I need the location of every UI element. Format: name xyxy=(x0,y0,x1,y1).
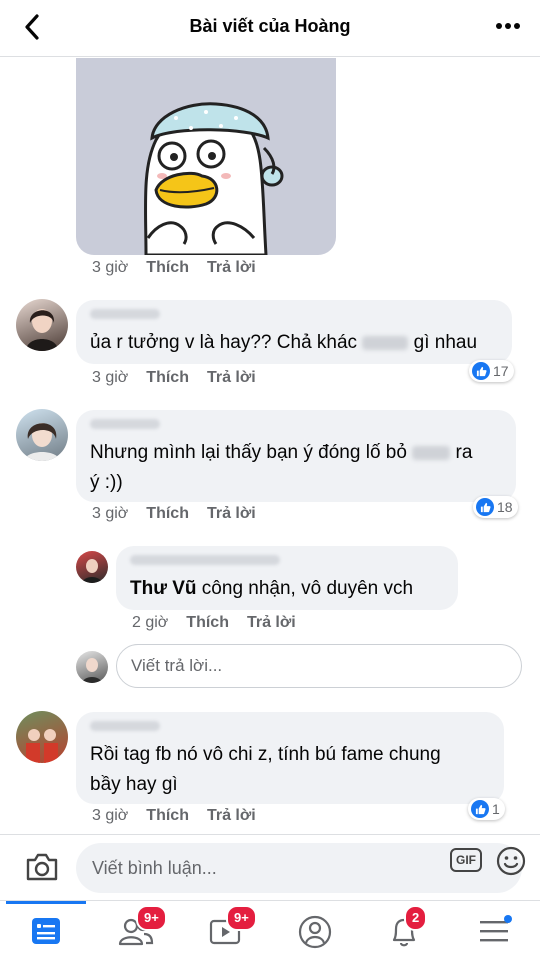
comment-bubble[interactable]: Rồi tag fb nó vô chi z, tính bú fame chu… xyxy=(76,712,504,804)
bottom-tab-bar: 9+ 9+ 2 xyxy=(0,900,540,961)
tab-friends[interactable]: 9+ xyxy=(112,905,167,951)
comment-composer: Viết bình luận... GIF xyxy=(0,834,540,901)
friends-badge: 9+ xyxy=(136,905,167,931)
tab-profile[interactable] xyxy=(292,911,336,951)
avatar[interactable] xyxy=(16,409,68,461)
like-reaction-icon xyxy=(472,362,490,380)
commenter-name-blurred xyxy=(90,309,160,319)
reply-button[interactable]: Trả lời xyxy=(207,505,256,522)
reply-input[interactable]: Viết trả lời... xyxy=(116,644,522,688)
tab-menu[interactable] xyxy=(472,911,516,951)
news-feed-icon xyxy=(32,918,60,944)
tab-watch[interactable]: 9+ xyxy=(202,905,257,951)
redacted-text xyxy=(362,335,409,350)
notifications-badge: 2 xyxy=(404,905,428,931)
avatar[interactable] xyxy=(16,299,68,351)
reply-button[interactable]: Trả lời xyxy=(207,259,256,276)
comment-time: 3 giờ xyxy=(92,369,129,386)
comment-time: 3 giờ xyxy=(92,505,129,522)
more-options-icon[interactable] xyxy=(494,14,522,38)
comment-actions: 3 giờ Thích Trả lời xyxy=(92,369,274,387)
sticker-comment-actions: 3 giờ Thích Trả lời xyxy=(92,259,274,277)
top-bar: Bài viết của Hoàng xyxy=(0,0,540,57)
like-button[interactable]: Thích xyxy=(146,259,189,276)
active-tab-indicator xyxy=(6,901,86,904)
commenter-name-blurred xyxy=(130,555,280,565)
commenter-name-blurred xyxy=(90,721,160,731)
comment-actions: 3 giờ Thích Trả lời xyxy=(92,505,274,523)
comment-time: 2 giờ xyxy=(132,614,169,631)
camera-icon[interactable] xyxy=(24,851,60,883)
page-title: Bài viết của Hoàng xyxy=(189,16,351,36)
reply-button[interactable]: Trả lời xyxy=(207,369,256,386)
commenter-name-blurred xyxy=(90,419,160,429)
duck-sticker-illustration xyxy=(143,102,284,255)
like-reaction-icon xyxy=(476,498,494,516)
gif-button[interactable]: GIF xyxy=(450,848,482,872)
comment-time: 3 giờ xyxy=(92,807,129,824)
comment-actions: 3 giờ Thích Trả lời xyxy=(92,807,274,825)
like-button[interactable]: Thích xyxy=(146,369,189,386)
menu-icon xyxy=(480,915,512,942)
comment-time: 3 giờ xyxy=(92,259,129,276)
profile-icon xyxy=(298,915,332,949)
reply-text: Thư Vũ công nhận, vô duyên vch xyxy=(130,578,414,599)
avatar[interactable] xyxy=(16,711,68,763)
tagged-user-link[interactable]: Thư Vũ xyxy=(130,578,197,599)
reply-bubble[interactable]: Thư Vũ công nhận, vô duyên vch xyxy=(116,546,458,610)
reply-actions: 2 giờ Thích Trả lời xyxy=(132,614,314,632)
comment-text: Nhưng mình lại thấy bạn ý đóng lố bỏ ra ý… xyxy=(90,442,473,493)
like-button[interactable]: Thích xyxy=(146,807,189,824)
reaction-count[interactable]: 1 xyxy=(468,798,505,820)
reply-button[interactable]: Trả lời xyxy=(207,807,256,824)
reaction-count[interactable]: 18 xyxy=(473,496,518,518)
comment-bubble[interactable]: Nhưng mình lại thấy bạn ý đóng lố bỏ ra ý… xyxy=(76,410,516,502)
like-button[interactable]: Thích xyxy=(186,614,229,631)
comment-bubble[interactable]: ủa r tưởng v là hay?? Chả khác gì nhau xyxy=(76,300,512,364)
emoji-icon[interactable] xyxy=(496,846,526,876)
my-avatar xyxy=(76,651,108,683)
watch-badge: 9+ xyxy=(226,905,257,931)
tab-notifications[interactable]: 2 xyxy=(382,905,428,951)
redacted-text xyxy=(412,445,451,460)
like-button[interactable]: Thích xyxy=(146,505,189,522)
reaction-count[interactable]: 17 xyxy=(469,360,514,382)
comment-text: Rồi tag fb nó vô chi z, tính bú fame chu… xyxy=(90,744,441,795)
comment-text: ủa r tưởng v là hay?? Chả khác gì nhau xyxy=(90,332,478,353)
sticker-image[interactable] xyxy=(76,58,336,255)
tab-news-feed[interactable] xyxy=(24,911,68,951)
like-reaction-icon xyxy=(471,800,489,818)
reply-button[interactable]: Trả lời xyxy=(247,614,296,631)
avatar[interactable] xyxy=(76,551,108,583)
